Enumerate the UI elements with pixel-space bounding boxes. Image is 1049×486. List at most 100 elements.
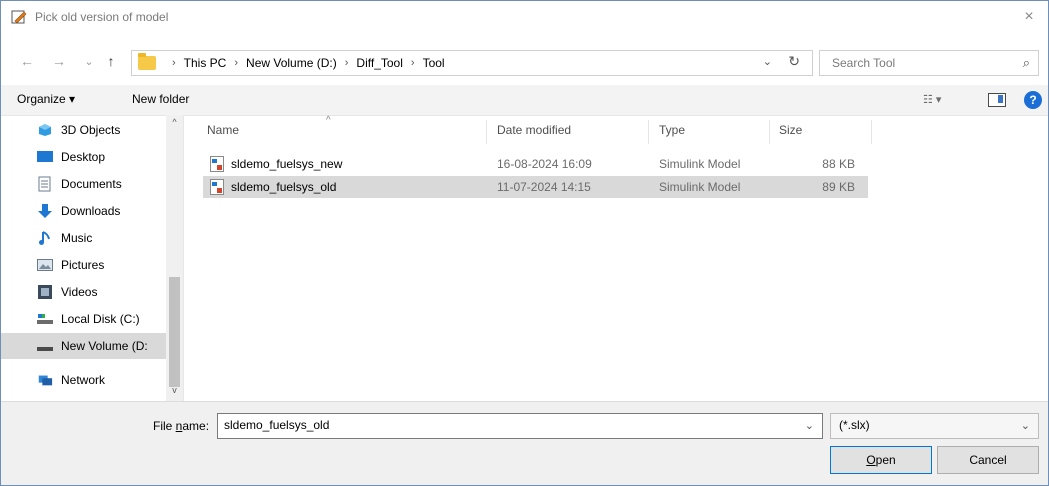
simulink-model-icon	[210, 179, 224, 195]
sidebar-item-network[interactable]: Network	[1, 367, 171, 393]
chevron-down-icon[interactable]: ⌄	[805, 419, 814, 432]
file-name-label-text: ame:	[182, 419, 210, 433]
cancel-button[interactable]: Cancel	[937, 446, 1039, 474]
music-icon	[37, 231, 53, 245]
file-date-modified: 11-07-2024 14:15	[497, 180, 591, 194]
sidebar-item-downloads[interactable]: Downloads	[1, 198, 171, 224]
column-header-name[interactable]: Name	[207, 123, 239, 137]
file-name-label-text: File	[153, 419, 176, 433]
sort-ascending-icon: ^	[326, 115, 331, 126]
drive-icon	[37, 312, 53, 326]
sidebar-item-label: Pictures	[61, 258, 105, 272]
sidebar-item-3d-objects[interactable]: 3D Objects	[1, 117, 171, 143]
chevron-down-icon[interactable]: ⌄	[1021, 419, 1030, 432]
address-bar[interactable]: › This PC › New Volume (D:) › Diff_Tool …	[131, 50, 813, 76]
forward-arrow-icon[interactable]: →	[51, 52, 67, 70]
file-date-modified: 16-08-2024 16:09	[497, 157, 592, 171]
up-arrow-icon[interactable]: ↑	[103, 52, 119, 70]
file-type-filter[interactable]: (*.slx) ⌄	[830, 413, 1039, 439]
file-list: Name ^ Date modified Type Size sldemo_fu…	[191, 115, 1048, 401]
sidebar-item-label: Music	[61, 231, 93, 245]
breadcrumb-diff-tool[interactable]: Diff_Tool	[356, 56, 402, 70]
address-dropdown-icon[interactable]: ⌄	[763, 55, 772, 68]
open-button[interactable]: Open	[830, 446, 932, 474]
column-header-size[interactable]: Size	[779, 123, 802, 137]
file-name-value[interactable]: sldemo_fuelsys_old	[224, 418, 329, 432]
organize-button[interactable]: Organize ▾	[17, 92, 75, 106]
view-options-icon[interactable]: ☷ ▾	[923, 93, 941, 106]
search-icon[interactable]: ⌕	[1023, 55, 1030, 71]
breadcrumb-separator[interactable]: ›	[234, 57, 238, 69]
title-bar: Pick old version of model ×	[1, 1, 1048, 33]
sidebar-item-label: New Volume (D:	[61, 339, 148, 353]
file-row[interactable]: sldemo_fuelsys_old 11-07-2024 14:15 Simu…	[203, 176, 868, 198]
breadcrumb-separator[interactable]: ›	[172, 57, 176, 69]
sidebar-item-label: 3D Objects	[61, 123, 121, 137]
breadcrumb: › This PC › New Volume (D:) › Diff_Tool …	[164, 56, 445, 70]
column-divider[interactable]	[871, 120, 872, 144]
model-edit-icon	[11, 9, 27, 25]
documents-icon	[37, 176, 53, 192]
pictures-icon	[37, 258, 53, 272]
scrollbar-thumb[interactable]	[169, 277, 180, 387]
preview-pane-icon[interactable]	[988, 93, 1006, 107]
breadcrumb-this-pc[interactable]: This PC	[184, 56, 227, 70]
breadcrumb-new-volume[interactable]: New Volume (D:)	[246, 56, 337, 70]
help-icon[interactable]: ?	[1024, 91, 1042, 109]
sidebar-item-new-volume[interactable]: New Volume (D:	[1, 333, 171, 359]
recent-locations-icon[interactable]: ⌄	[81, 52, 97, 70]
scroll-up-icon[interactable]: ^	[166, 117, 183, 131]
new-folder-button[interactable]: New folder	[132, 92, 189, 106]
column-header-type[interactable]: Type	[659, 123, 685, 137]
command-toolbar: Organize ▾ New folder ☷ ▾ ?	[1, 85, 1048, 116]
address-row: ← → ⌄ ↑ › This PC › New Volume (D:) › Di…	[1, 47, 1048, 77]
sidebar-item-label: Videos	[61, 285, 98, 299]
folder-icon	[138, 53, 156, 70]
sidebar-item-documents[interactable]: Documents	[1, 171, 171, 197]
download-icon	[37, 204, 53, 218]
file-name: sldemo_fuelsys_old	[231, 180, 337, 194]
sidebar-item-local-disk[interactable]: Local Disk (C:)	[1, 306, 171, 332]
sidebar-item-music[interactable]: Music	[1, 225, 171, 251]
file-type: Simulink Model	[659, 180, 741, 194]
file-name-field[interactable]: sldemo_fuelsys_old ⌄	[217, 413, 823, 439]
search-input[interactable]: Search Tool ⌕	[819, 50, 1039, 76]
file-open-dialog: Pick old version of model × ← → ⌄ ↑ › Th…	[0, 0, 1049, 486]
simulink-model-icon	[210, 156, 224, 172]
column-divider[interactable]	[648, 120, 649, 144]
sidebar-item-label: Downloads	[61, 204, 121, 218]
desktop-icon	[37, 150, 53, 164]
file-type: Simulink Model	[659, 157, 741, 171]
file-row[interactable]: sldemo_fuelsys_new 16-08-2024 16:09 Simu…	[203, 153, 868, 175]
sidebar-item-label: Documents	[61, 177, 122, 191]
network-icon	[37, 373, 53, 387]
breadcrumb-separator[interactable]: ›	[345, 57, 349, 69]
scroll-down-icon[interactable]: v	[166, 385, 183, 399]
sidebar-item-label: Local Disk (C:)	[61, 312, 140, 326]
sidebar-item-label: Desktop	[61, 150, 106, 164]
column-header-date-modified[interactable]: Date modified	[497, 123, 571, 137]
column-divider[interactable]	[769, 120, 770, 144]
file-size: 88 KB	[822, 157, 855, 171]
window-title: Pick old version of model	[35, 10, 169, 24]
column-divider[interactable]	[486, 120, 487, 144]
search-placeholder: Search Tool	[832, 56, 896, 70]
sidebar-scrollbar[interactable]: ^ v	[166, 115, 183, 401]
close-icon[interactable]: ×	[1018, 7, 1040, 27]
cube-icon	[37, 123, 53, 137]
breadcrumb-separator[interactable]: ›	[411, 57, 415, 69]
sidebar-item-videos[interactable]: Videos	[1, 279, 171, 305]
open-button-label: pen	[875, 453, 896, 467]
open-button-accel: O	[866, 453, 876, 467]
refresh-icon[interactable]: ↻	[788, 53, 800, 70]
breadcrumb-tool[interactable]: Tool	[423, 56, 445, 70]
back-arrow-icon[interactable]: ←	[19, 52, 35, 70]
file-name: sldemo_fuelsys_new	[231, 157, 343, 171]
sidebar-item-label: Network	[61, 373, 106, 387]
video-icon	[37, 285, 53, 299]
navigation-pane: 3D Objects Desktop Documents Downloads M…	[1, 115, 184, 401]
dialog-footer: File name: sldemo_fuelsys_old ⌄ (*.slx) …	[1, 401, 1048, 485]
sidebar-item-pictures[interactable]: Pictures	[1, 252, 171, 278]
sidebar-item-desktop[interactable]: Desktop	[1, 144, 171, 170]
file-name-label: File name:	[153, 419, 209, 433]
